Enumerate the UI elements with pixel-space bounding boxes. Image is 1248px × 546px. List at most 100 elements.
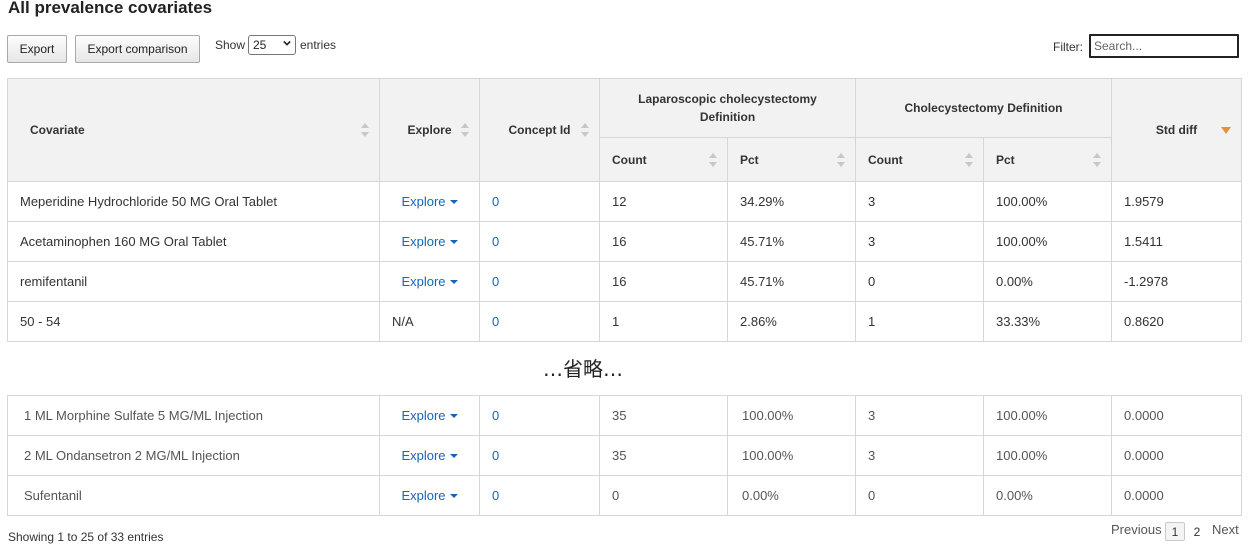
show-label: Show [215, 38, 246, 52]
column-header-pct-2[interactable]: Pct [983, 137, 1112, 182]
entries-select[interactable]: 25 [248, 35, 296, 55]
table-body-top: Meperidine Hydrochloride 50 MG Oral Tabl… [7, 181, 1242, 342]
covariate-cell: remifentanil [7, 261, 380, 302]
sort-icon [965, 152, 973, 167]
count-cell: 35 [599, 395, 728, 436]
explore-dropdown[interactable]: Explore [401, 448, 458, 463]
sort-icon [709, 152, 717, 167]
entries-label: entries [300, 38, 337, 52]
concept-id-cell[interactable]: 0 [479, 181, 600, 222]
covariate-cell: Acetaminophen 160 MG Oral Tablet [7, 221, 380, 262]
explore-cell[interactable]: Explore [379, 395, 480, 436]
table-row: 2 ML Ondansetron 2 MG/ML Injection Explo… [7, 435, 1242, 476]
pct-cell: 33.33% [983, 301, 1112, 342]
covariate-cell: Sufentanil [7, 475, 380, 516]
count-cell: 0 [855, 475, 984, 516]
caret-down-icon [449, 279, 458, 284]
pct-cell: 0.00% [983, 475, 1112, 516]
concept-id-cell[interactable]: 0 [479, 475, 600, 516]
pct-cell: 100.00% [727, 395, 856, 436]
concept-id-cell[interactable]: 0 [479, 301, 600, 342]
concept-id-link[interactable]: 0 [492, 488, 499, 503]
explore-cell[interactable]: Explore [379, 261, 480, 302]
pct-cell: 100.00% [727, 435, 856, 476]
column-header-covariate[interactable]: Covariate [7, 78, 380, 182]
pct-cell: 0.00% [727, 475, 856, 516]
concept-id-link[interactable]: 0 [492, 234, 499, 249]
column-header-explore[interactable]: Explore [379, 78, 480, 182]
table-row: Acetaminophen 160 MG Oral Tablet Explore… [7, 221, 1242, 262]
std-diff-cell: 0.8620 [1111, 301, 1242, 342]
table-row: 1 ML Morphine Sulfate 5 MG/ML Injection … [7, 395, 1242, 436]
concept-id-cell[interactable]: 0 [479, 395, 600, 436]
concept-id-link[interactable]: 0 [492, 274, 499, 289]
concept-id-link[interactable]: 0 [492, 194, 499, 209]
explore-cell[interactable]: Explore [379, 435, 480, 476]
column-header-count-2[interactable]: Count [855, 137, 984, 182]
table-info: Showing 1 to 25 of 33 entries [8, 530, 164, 544]
std-diff-cell: 1.5411 [1111, 221, 1242, 262]
table-header: Covariate Explore Concept Id Laparoscopi… [7, 78, 1242, 182]
pct-cell: 45.71% [727, 261, 856, 302]
std-diff-cell: 0.0000 [1111, 435, 1242, 476]
search-input[interactable] [1089, 34, 1239, 58]
pct-cell: 100.00% [983, 435, 1112, 476]
pct-cell: 2.86% [727, 301, 856, 342]
page-1-button[interactable]: 1 [1165, 522, 1185, 541]
std-diff-cell: -1.2978 [1111, 261, 1242, 302]
pct-cell: 100.00% [983, 221, 1112, 262]
caret-down-icon [449, 493, 458, 498]
explore-dropdown[interactable]: Explore [401, 274, 458, 289]
explore-cell[interactable]: Explore [379, 475, 480, 516]
export-comparison-button[interactable]: Export comparison [75, 35, 200, 63]
concept-id-link[interactable]: 0 [492, 408, 499, 423]
column-header-concept-id[interactable]: Concept Id [479, 78, 600, 182]
next-page-button[interactable]: Next [1212, 522, 1239, 537]
column-header-count-1[interactable]: Count [599, 137, 728, 182]
table-body-bottom: 1 ML Morphine Sulfate 5 MG/ML Injection … [7, 395, 1242, 516]
count-cell: 16 [599, 221, 728, 262]
concept-id-cell[interactable]: 0 [479, 261, 600, 302]
table-row: remifentanil Explore 0 16 45.71% 0 0.00%… [7, 261, 1242, 302]
count-cell: 1 [855, 301, 984, 342]
page-2-button[interactable]: 2 [1190, 522, 1204, 541]
column-header-pct-1[interactable]: Pct [727, 137, 856, 182]
covariate-cell: 2 ML Ondansetron 2 MG/ML Injection [7, 435, 380, 476]
pct-cell: 100.00% [983, 395, 1112, 436]
concept-id-cell[interactable]: 0 [479, 221, 600, 262]
table-row: Sufentanil Explore 0 0 0.00% 0 0.00% 0.0… [7, 475, 1242, 516]
explore-dropdown[interactable]: Explore [401, 408, 458, 423]
caret-down-icon [449, 239, 458, 244]
explore-cell[interactable]: Explore [379, 221, 480, 262]
column-header-std-diff[interactable]: Std diff [1111, 78, 1242, 182]
concept-id-cell[interactable]: 0 [479, 435, 600, 476]
count-cell: 0 [855, 261, 984, 302]
previous-page-button[interactable]: Previous [1111, 522, 1162, 537]
explore-cell[interactable]: Explore [379, 181, 480, 222]
explore-dropdown[interactable]: Explore [401, 194, 458, 209]
omitted-rows-note: …省略… [543, 357, 623, 381]
explore-dropdown[interactable]: Explore [401, 488, 458, 503]
caret-down-icon [449, 199, 458, 204]
covariate-cell: 50 - 54 [7, 301, 380, 342]
count-cell: 35 [599, 435, 728, 476]
sort-icon [461, 123, 469, 137]
sort-icon [361, 123, 369, 137]
concept-id-link[interactable]: 0 [492, 448, 499, 463]
pct-cell: 34.29% [727, 181, 856, 222]
count-cell: 0 [599, 475, 728, 516]
count-cell: 3 [855, 221, 984, 262]
entries-select-value: 25 [253, 38, 267, 52]
count-cell: 3 [855, 181, 984, 222]
table-row: Meperidine Hydrochloride 50 MG Oral Tabl… [7, 181, 1242, 222]
count-cell: 3 [855, 435, 984, 476]
std-diff-cell: 1.9579 [1111, 181, 1242, 222]
column-group-laparoscopic: Laparoscopic cholecystectomy Definition [599, 78, 856, 138]
sort-icon [837, 152, 845, 167]
concept-id-link[interactable]: 0 [492, 314, 499, 329]
sort-icon [581, 123, 589, 137]
export-button[interactable]: Export [7, 35, 67, 63]
column-group-cholecystectomy: Cholecystectomy Definition [855, 78, 1112, 138]
count-cell: 16 [599, 261, 728, 302]
explore-dropdown[interactable]: Explore [401, 234, 458, 249]
